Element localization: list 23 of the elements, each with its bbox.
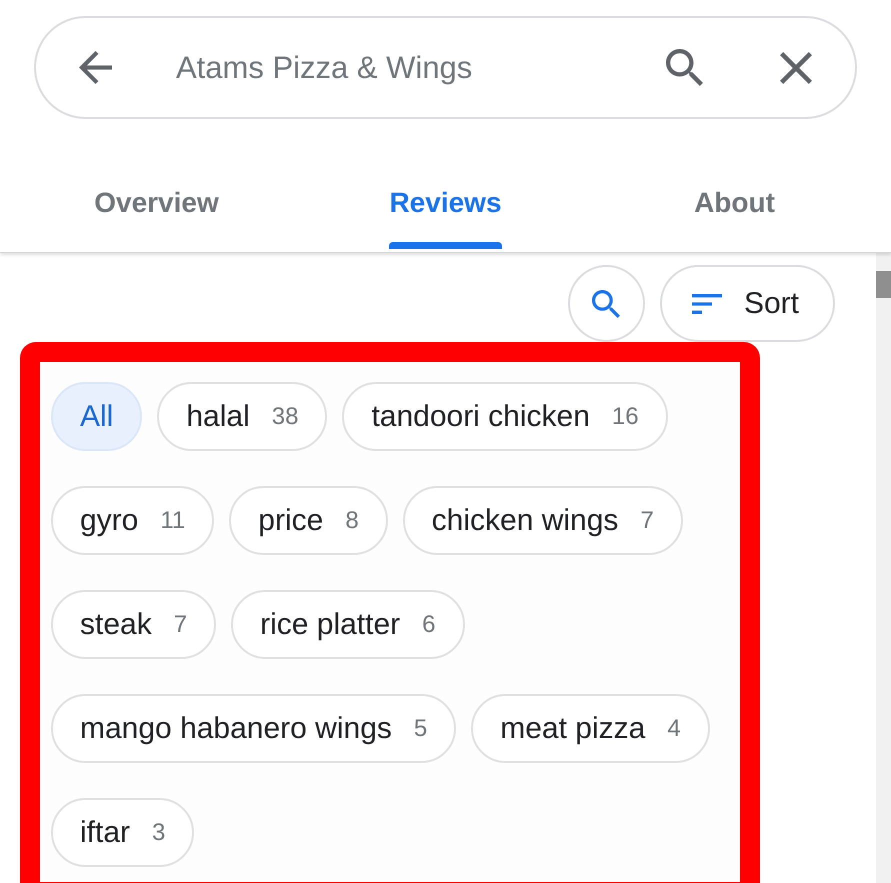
topic-chip[interactable]: All bbox=[51, 382, 142, 451]
search-bar[interactable]: Atams Pizza & Wings bbox=[34, 16, 857, 119]
topic-chip[interactable]: tandoori chicken 16 bbox=[342, 382, 668, 451]
tab[interactable]: Overview bbox=[12, 160, 301, 252]
search-field[interactable]: Atams Pizza & Wings bbox=[176, 44, 638, 92]
topic-chip[interactable]: halal 38 bbox=[157, 382, 328, 451]
tab[interactable]: Reviews bbox=[301, 160, 590, 252]
sort-button[interactable]: Sort bbox=[660, 265, 835, 342]
search-icon bbox=[592, 290, 620, 318]
topic-chip[interactable]: chicken wings 7 bbox=[402, 486, 683, 555]
close-icon bbox=[780, 52, 812, 84]
scrollbar-thumb[interactable] bbox=[876, 271, 891, 298]
arrow-left-icon bbox=[79, 51, 112, 84]
topic-chip[interactable]: rice platter 6 bbox=[231, 590, 464, 659]
sort-lines-icon bbox=[692, 294, 722, 314]
topic-chip[interactable]: gyro 11 bbox=[51, 486, 214, 555]
topic-chip[interactable]: steak 7 bbox=[51, 590, 216, 659]
topic-chip[interactable]: iftar 3 bbox=[51, 798, 194, 867]
topic-chip[interactable]: mango habanero wings 5 bbox=[51, 694, 456, 763]
search-icon bbox=[666, 49, 703, 86]
topic-chip[interactable]: price 8 bbox=[229, 486, 388, 555]
tab[interactable]: About bbox=[590, 160, 879, 252]
topic-chip[interactable]: meat pizza 4 bbox=[471, 694, 710, 763]
